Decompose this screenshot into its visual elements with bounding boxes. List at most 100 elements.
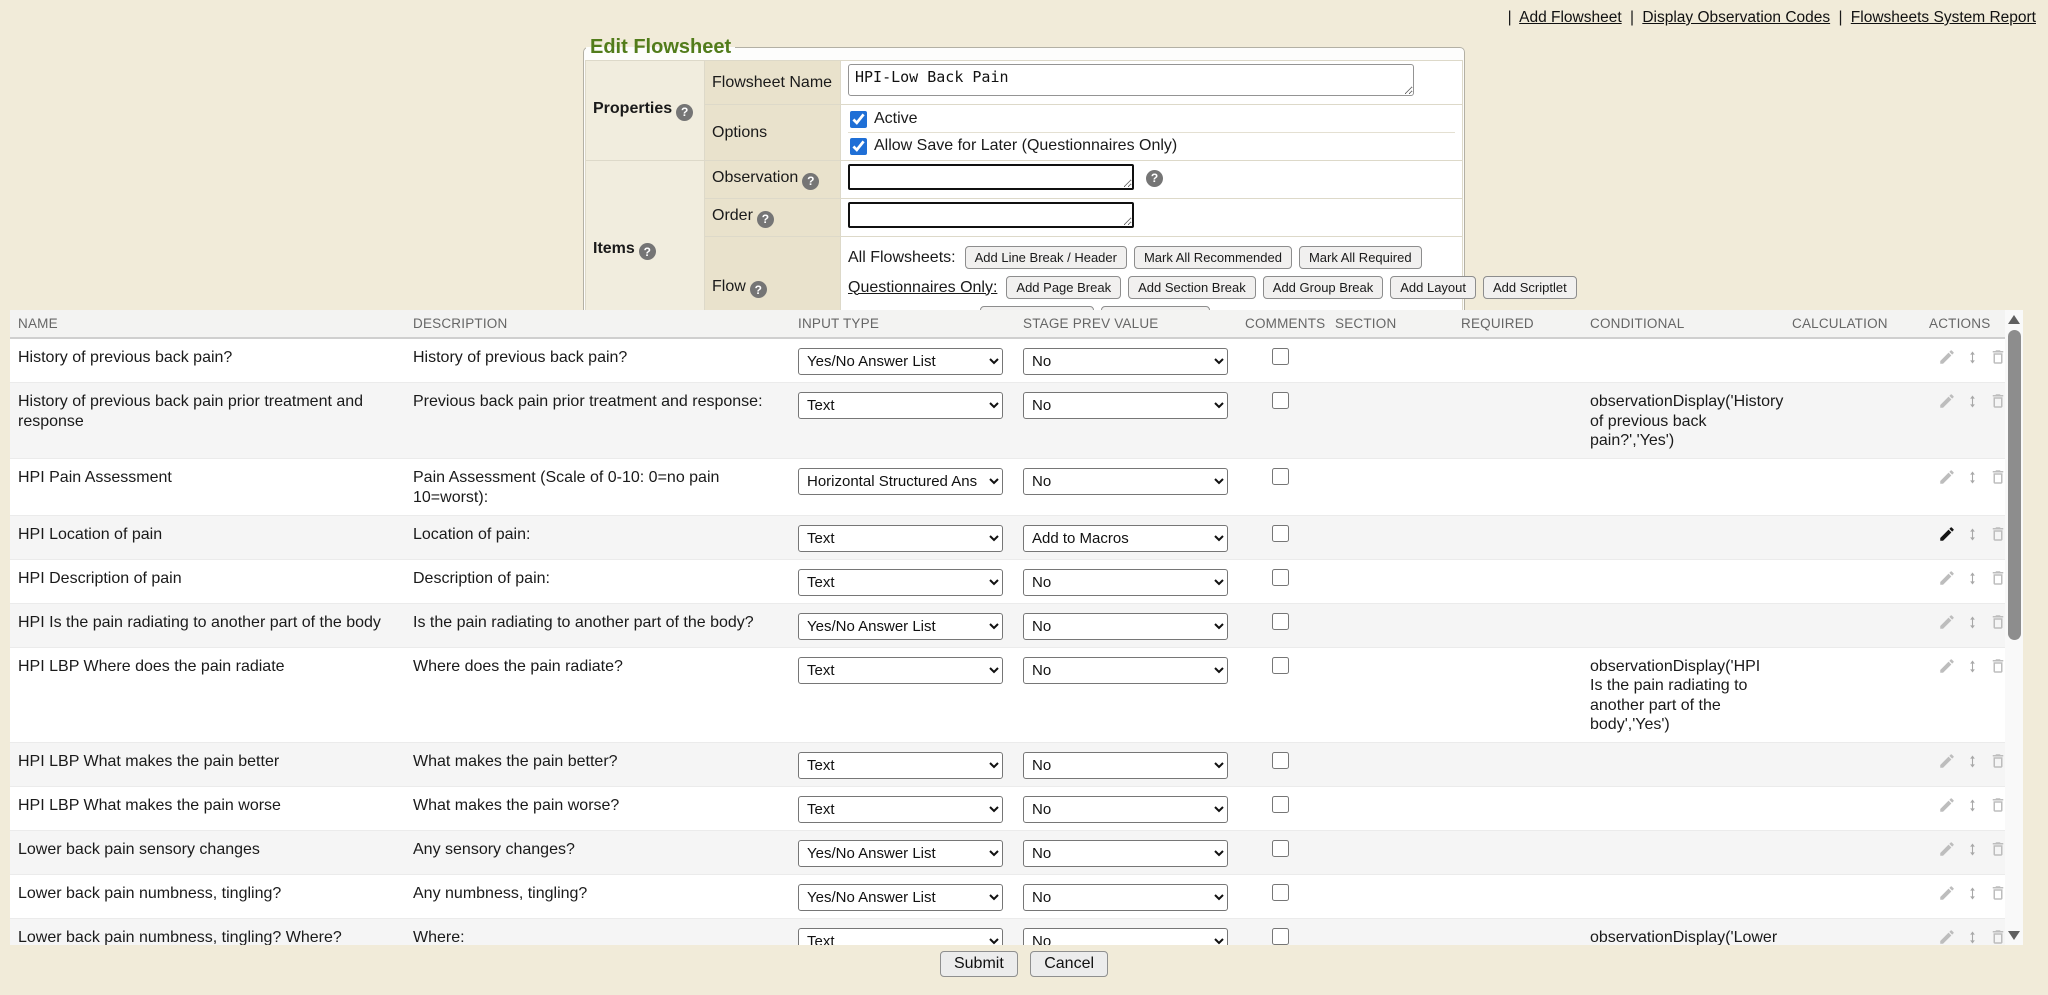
- stage-prev-value-select[interactable]: No: [1023, 613, 1228, 640]
- order-input[interactable]: [848, 202, 1134, 228]
- add-section-break-button[interactable]: Add Section Break: [1128, 276, 1256, 299]
- move-icon[interactable]: [1966, 752, 1979, 771]
- comments-checkbox[interactable]: [1272, 657, 1289, 674]
- add-layout-button[interactable]: Add Layout: [1390, 276, 1476, 299]
- stage-prev-value-select[interactable]: No: [1023, 752, 1228, 779]
- edit-icon[interactable]: [1938, 525, 1956, 543]
- row-required: [1453, 875, 1582, 918]
- help-icon[interactable]: ?: [676, 104, 693, 121]
- input-type-select[interactable]: Text: [798, 752, 1003, 779]
- row-conditional: [1582, 516, 1784, 559]
- move-icon[interactable]: [1966, 613, 1979, 632]
- move-icon[interactable]: [1966, 796, 1979, 815]
- allow-save-checkbox[interactable]: [850, 138, 867, 155]
- row-conditional: [1582, 875, 1784, 918]
- edit-icon[interactable]: [1938, 613, 1956, 631]
- edit-icon[interactable]: [1938, 884, 1956, 902]
- stage-prev-value-select[interactable]: No: [1023, 468, 1228, 495]
- edit-icon[interactable]: [1938, 840, 1956, 858]
- help-icon[interactable]: ?: [750, 281, 767, 298]
- move-icon[interactable]: [1966, 928, 1979, 946]
- help-icon[interactable]: ?: [639, 243, 656, 260]
- row-required: [1453, 787, 1582, 830]
- help-icon[interactable]: ?: [802, 173, 819, 190]
- edit-icon[interactable]: [1938, 468, 1956, 486]
- input-type-select[interactable]: Yes/No Answer List: [798, 613, 1003, 640]
- stage-prev-value-select[interactable]: No: [1023, 796, 1228, 823]
- add-scriptlet-button[interactable]: Add Scriptlet: [1483, 276, 1577, 299]
- flowsheet-name-input[interactable]: HPI-Low Back Pain: [848, 64, 1414, 96]
- input-type-select[interactable]: Text: [798, 657, 1003, 684]
- move-icon[interactable]: [1966, 468, 1979, 487]
- comments-checkbox[interactable]: [1272, 928, 1289, 945]
- link-display-observation-codes[interactable]: Display Observation Codes: [1642, 9, 1830, 26]
- edit-icon[interactable]: [1938, 569, 1956, 587]
- link-flowsheets-system-report[interactable]: Flowsheets System Report: [1851, 9, 2036, 26]
- stage-prev-value-select[interactable]: Add to Macros: [1023, 525, 1228, 552]
- add-group-break-button[interactable]: Add Group Break: [1263, 276, 1383, 299]
- stage-prev-value-select[interactable]: No: [1023, 928, 1228, 946]
- move-icon[interactable]: [1966, 657, 1979, 676]
- comments-checkbox[interactable]: [1272, 613, 1289, 630]
- stage-prev-value-select[interactable]: No: [1023, 840, 1228, 867]
- stage-prev-value-select[interactable]: No: [1023, 392, 1228, 419]
- comments-checkbox[interactable]: [1272, 796, 1289, 813]
- input-type-select[interactable]: Yes/No Answer List: [798, 348, 1003, 375]
- comments-checkbox[interactable]: [1272, 752, 1289, 769]
- input-type-select[interactable]: Yes/No Answer List: [798, 884, 1003, 911]
- row-name: HPI Location of pain: [10, 516, 405, 559]
- comments-checkbox[interactable]: [1272, 468, 1289, 485]
- move-icon[interactable]: [1966, 884, 1979, 903]
- row-required: [1453, 648, 1582, 742]
- move-icon[interactable]: [1966, 348, 1979, 367]
- stage-prev-value-select[interactable]: No: [1023, 884, 1228, 911]
- input-type-select[interactable]: Text: [798, 928, 1003, 946]
- observation-input[interactable]: [848, 164, 1134, 190]
- observation-label: Observation: [712, 169, 798, 186]
- edit-icon[interactable]: [1938, 348, 1956, 366]
- edit-icon[interactable]: [1938, 796, 1956, 814]
- edit-icon[interactable]: [1938, 928, 1956, 946]
- scrollbar-up-arrow-icon[interactable]: [2008, 315, 2020, 324]
- mark-all-recommended-button[interactable]: Mark All Recommended: [1134, 246, 1292, 269]
- add-page-break-button[interactable]: Add Page Break: [1006, 276, 1121, 299]
- comments-checkbox[interactable]: [1272, 840, 1289, 857]
- stage-prev-value-select[interactable]: No: [1023, 569, 1228, 596]
- row-conditional: [1582, 459, 1784, 515]
- link-add-flowsheet[interactable]: Add Flowsheet: [1519, 9, 1622, 26]
- comments-checkbox[interactable]: [1272, 525, 1289, 542]
- move-icon[interactable]: [1966, 525, 1979, 544]
- edit-icon[interactable]: [1938, 657, 1956, 675]
- input-type-select[interactable]: Text: [798, 796, 1003, 823]
- move-icon[interactable]: [1966, 392, 1979, 411]
- header-section: SECTION: [1327, 316, 1453, 331]
- row-name: HPI Description of pain: [10, 560, 405, 603]
- mark-all-required-button[interactable]: Mark All Required: [1299, 246, 1422, 269]
- cancel-button[interactable]: Cancel: [1030, 951, 1108, 977]
- edit-icon[interactable]: [1938, 752, 1956, 770]
- stage-prev-value-select[interactable]: No: [1023, 348, 1228, 375]
- help-icon[interactable]: ?: [757, 211, 774, 228]
- add-line-break-header-button[interactable]: Add Line Break / Header: [965, 246, 1127, 269]
- vertical-scrollbar[interactable]: [2005, 310, 2023, 945]
- active-checkbox[interactable]: [850, 111, 867, 128]
- scrollbar-down-arrow-icon[interactable]: [2008, 931, 2020, 940]
- row-description: Pain Assessment (Scale of 0-10: 0=no pai…: [405, 459, 790, 515]
- comments-checkbox[interactable]: [1272, 569, 1289, 586]
- comments-checkbox[interactable]: [1272, 348, 1289, 365]
- input-type-select[interactable]: Text: [798, 525, 1003, 552]
- scrollbar-thumb[interactable]: [2008, 330, 2021, 640]
- row-required: [1453, 339, 1582, 382]
- input-type-select[interactable]: Text: [798, 569, 1003, 596]
- submit-button[interactable]: Submit: [940, 951, 1018, 977]
- comments-checkbox[interactable]: [1272, 392, 1289, 409]
- comments-checkbox[interactable]: [1272, 884, 1289, 901]
- stage-prev-value-select[interactable]: No: [1023, 657, 1228, 684]
- input-type-select[interactable]: Horizontal Structured Ans: [798, 468, 1003, 495]
- move-icon[interactable]: [1966, 569, 1979, 588]
- input-type-select[interactable]: Text: [798, 392, 1003, 419]
- move-icon[interactable]: [1966, 840, 1979, 859]
- edit-icon[interactable]: [1938, 392, 1956, 410]
- help-icon[interactable]: ?: [1146, 170, 1163, 187]
- input-type-select[interactable]: Yes/No Answer List: [798, 840, 1003, 867]
